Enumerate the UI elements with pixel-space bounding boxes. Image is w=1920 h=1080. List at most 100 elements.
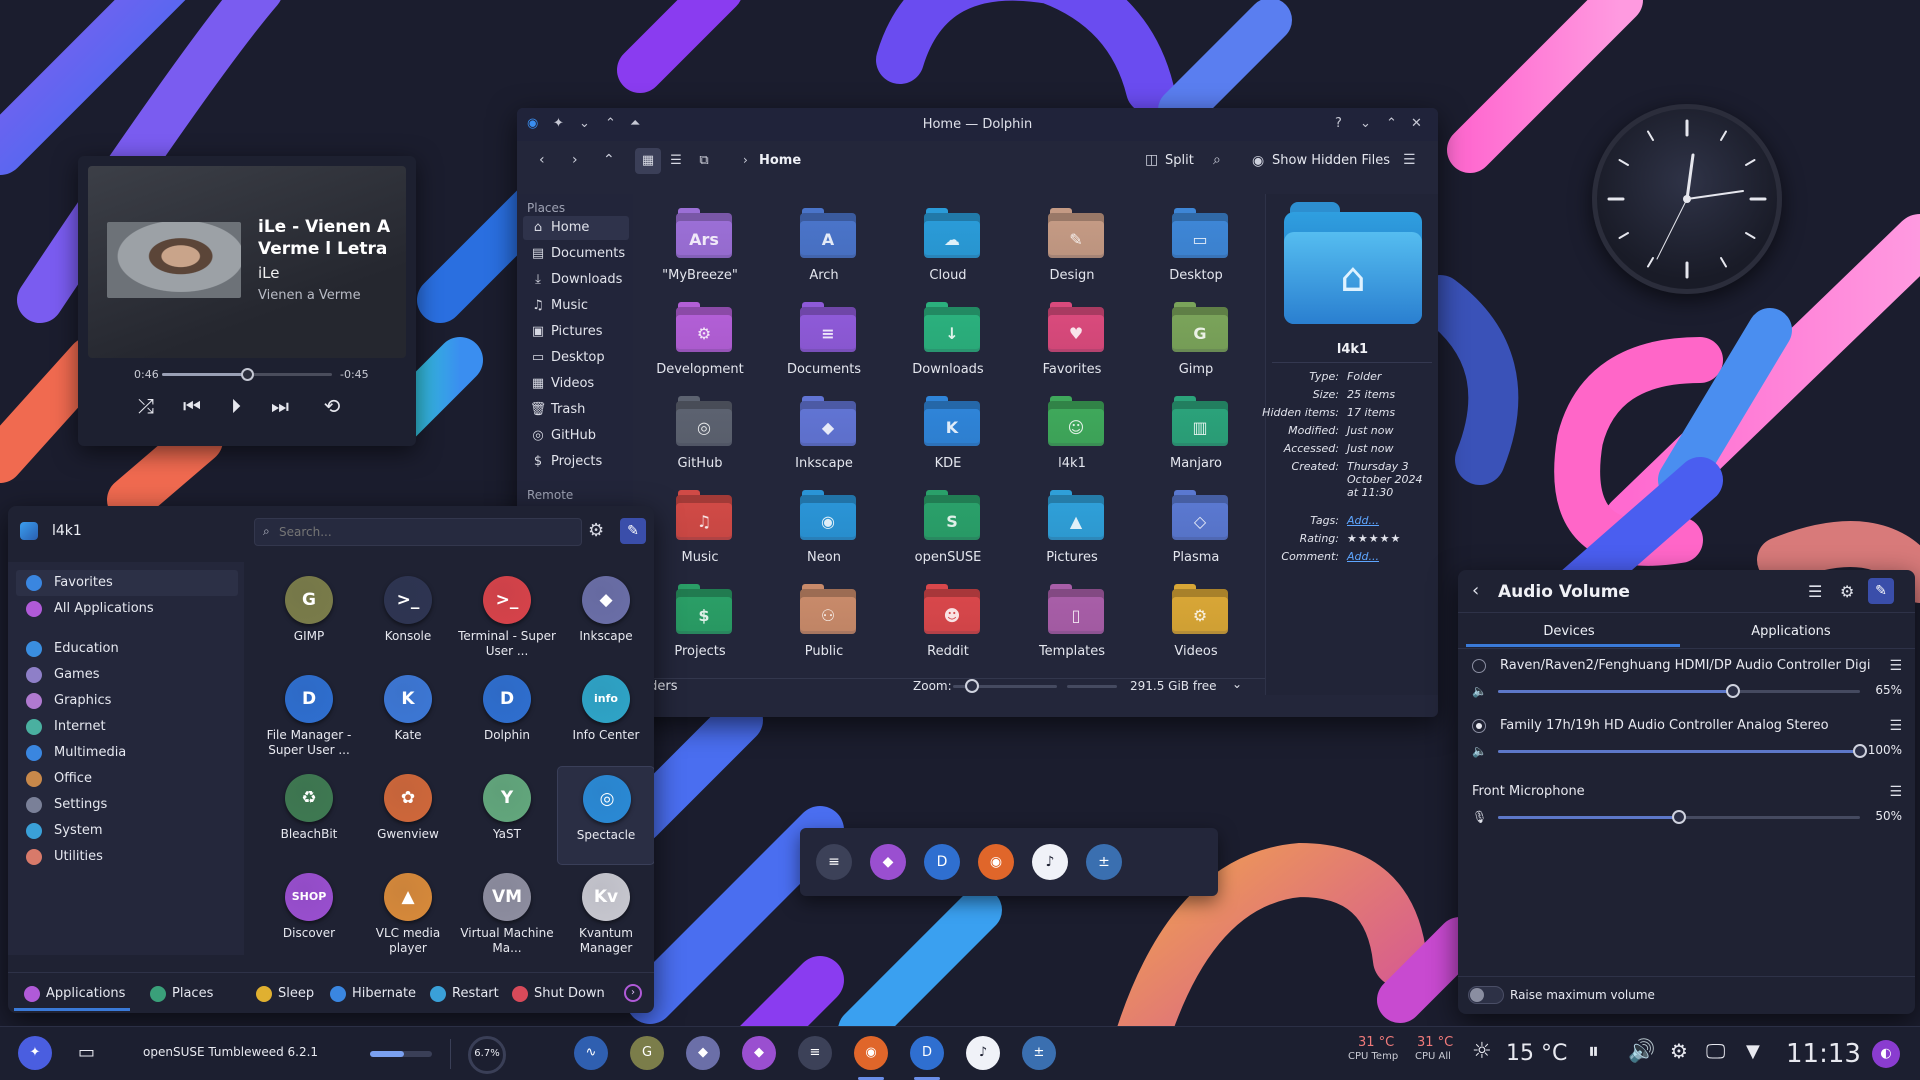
app-inkscape[interactable]: ◆ Inkscape <box>557 568 654 667</box>
folder-item[interactable]: ♫ Music <box>641 486 759 576</box>
compact-view-button[interactable]: ⧉ <box>691 148 717 174</box>
place-pictures[interactable]: ▣ Pictures <box>523 320 629 344</box>
category-games[interactable]: Games <box>16 662 238 688</box>
category-utilities[interactable]: Utilities <box>16 844 238 870</box>
maximize-icon[interactable]: ⌃ <box>1386 116 1397 131</box>
zoom-handle[interactable] <box>964 679 979 693</box>
app-file-manager-super-user[interactable]: D File Manager - Super User ... <box>260 667 358 766</box>
pause-icon[interactable]: ⏸ <box>1588 1039 1599 1064</box>
search-box[interactable]: ⌕ <box>254 518 582 546</box>
speaker-icon[interactable]: 🔈 <box>1472 744 1487 758</box>
category-multimedia[interactable]: Multimedia <box>16 740 238 766</box>
seek-bar[interactable] <box>162 368 332 381</box>
taskbar-firefox-icon[interactable]: ◉ <box>854 1036 888 1070</box>
folder-item[interactable]: ⚙ Videos <box>1137 580 1255 670</box>
folder-item[interactable]: ☺ l4k1 <box>1013 392 1131 482</box>
folder-item[interactable]: ♥ Favorites <box>1013 298 1131 388</box>
device-volume-handle[interactable] <box>1726 684 1741 698</box>
device-volume-slider[interactable] <box>1498 744 1867 758</box>
bottom-hibernate-button[interactable]: Hibernate <box>330 984 416 1004</box>
taskbar-inkscape-icon[interactable]: ◆ <box>686 1036 720 1070</box>
play-icon[interactable]: ⏵ <box>220 394 252 418</box>
music-icon[interactable]: ♪ <box>1032 844 1068 880</box>
place-documents[interactable]: ▤ Documents <box>523 242 629 266</box>
app-kvantum-manager[interactable]: Kv Kvantum Manager <box>557 865 654 964</box>
taskbar-system-monitor-icon[interactable]: ∿ <box>574 1036 608 1070</box>
next-icon[interactable]: ⏭ <box>264 394 296 418</box>
close-icon[interactable]: ✕ <box>1411 116 1422 131</box>
app-discover[interactable]: SHOP Discover <box>260 865 358 964</box>
info-value[interactable]: Add... <box>1347 550 1435 563</box>
previous-icon[interactable]: ⏮ <box>176 394 208 418</box>
taskbar-calculator-icon[interactable]: ± <box>1022 1036 1056 1070</box>
app-vlc-media-player[interactable]: ▲ VLC media player <box>359 865 457 964</box>
folder-item[interactable]: ☻ Reddit <box>889 580 1007 670</box>
bottom-sleep-button[interactable]: Sleep <box>256 984 314 1004</box>
category-internet[interactable]: Internet <box>16 714 238 740</box>
folder-item[interactable]: ↓ Downloads <box>889 298 1007 388</box>
user-avatar[interactable] <box>20 522 38 540</box>
hamburger-menu-icon[interactable]: ☰ <box>1889 718 1902 734</box>
category-settings[interactable]: Settings <box>16 792 238 818</box>
folder-item[interactable]: ☁ Cloud <box>889 204 1007 294</box>
place-home[interactable]: ⌂ Home <box>523 216 629 240</box>
details-view-button[interactable]: ☰ <box>663 148 689 174</box>
calculator-icon[interactable]: ± <box>1086 844 1122 880</box>
icon-view-button[interactable]: ▦ <box>635 148 661 174</box>
folder-item[interactable]: G Gimp <box>1137 298 1255 388</box>
gear-icon[interactable]: ⚙ <box>588 520 604 541</box>
category-office[interactable]: Office <box>16 766 238 792</box>
category-graphics[interactable]: Graphics <box>16 688 238 714</box>
app-dolphin[interactable]: D Dolphin <box>458 667 556 766</box>
app-info-center[interactable]: info Info Center <box>557 667 654 766</box>
folder-item[interactable]: ◇ Plasma <box>1137 486 1255 576</box>
pin-icon[interactable]: ✎ <box>1868 578 1894 604</box>
place-github[interactable]: ◎ GitHub <box>523 424 629 448</box>
folder-item[interactable]: ⚇ Public <box>765 580 883 670</box>
bottom-places-button[interactable]: Places <box>150 984 213 1004</box>
taskbar-mixer-icon[interactable]: ≡ <box>798 1036 832 1070</box>
folder-item[interactable]: ⚙ Development <box>641 298 759 388</box>
search-input[interactable] <box>279 523 569 541</box>
network-icon[interactable]: 🖵 <box>1706 1039 1725 1063</box>
speaker-icon[interactable]: 🔈 <box>1472 684 1487 698</box>
place-projects[interactable]: $ Projects <box>523 450 629 474</box>
bottom-shut-down-button[interactable]: Shut Down <box>512 984 605 1004</box>
volume-icon[interactable]: 🔊 <box>1628 1039 1655 1064</box>
app-terminal-super-user[interactable]: >_ Terminal - Super User ... <box>458 568 556 667</box>
hamburger-menu-icon[interactable]: ☰ <box>1889 784 1902 800</box>
tab-devices[interactable]: Devices <box>1458 624 1680 639</box>
app-kate[interactable]: K Kate <box>359 667 457 766</box>
folder-item[interactable]: ▲ Pictures <box>1013 486 1131 576</box>
tab-applications[interactable]: Applications <box>1680 624 1902 639</box>
place-videos[interactable]: ▦ Videos <box>523 372 629 396</box>
taskbar-gimp-icon[interactable]: G <box>630 1036 664 1070</box>
seek-handle[interactable] <box>241 368 254 381</box>
folder-item[interactable]: Ars "MyBreeze" <box>641 204 759 294</box>
sun-icon[interactable]: ☼ <box>1472 1039 1492 1064</box>
breadcrumb-home[interactable]: Home <box>759 153 801 168</box>
tray-expander-icon[interactable]: ▼ <box>1746 1041 1760 1062</box>
bottom-restart-button[interactable]: Restart <box>430 984 499 1004</box>
dolphin-icon[interactable]: D <box>924 844 960 880</box>
raise-volume-toggle[interactable] <box>1468 986 1504 1004</box>
folder-item[interactable]: $ Projects <box>641 580 759 670</box>
folder-item[interactable]: A Arch <box>765 204 883 294</box>
app-spectacle[interactable]: ◎ Spectacle <box>557 766 654 865</box>
clock-time[interactable]: 11:13 <box>1786 1039 1861 1069</box>
forward-icon[interactable]: › <box>572 152 578 168</box>
folder-item[interactable]: ◉ Neon <box>765 486 883 576</box>
device-radio[interactable] <box>1472 659 1486 673</box>
split-button[interactable]: Split <box>1165 153 1194 168</box>
microphone-volume-handle[interactable] <box>1672 810 1686 824</box>
microphone-icon[interactable]: 🎙 <box>1472 810 1487 824</box>
folder-item[interactable]: ▭ Desktop <box>1137 204 1255 294</box>
gear-icon[interactable]: ⚙ <box>1840 582 1854 601</box>
window-titlebar[interactable]: ◉ ✦ ⌄ ⌃ ⏶ Home — Dolphin ? ⌄ ⌃ ✕ <box>517 108 1438 141</box>
folder-item[interactable]: ≡ Documents <box>765 298 883 388</box>
shuffle-icon[interactable]: ⤮ <box>130 394 162 418</box>
show-hidden-files-button[interactable]: Show Hidden Files <box>1272 153 1390 168</box>
plasma-menu-icon[interactable]: ◐ <box>1872 1040 1900 1068</box>
info-value[interactable]: Add... <box>1347 514 1435 527</box>
repeat-icon[interactable]: ⟲ <box>316 394 348 418</box>
